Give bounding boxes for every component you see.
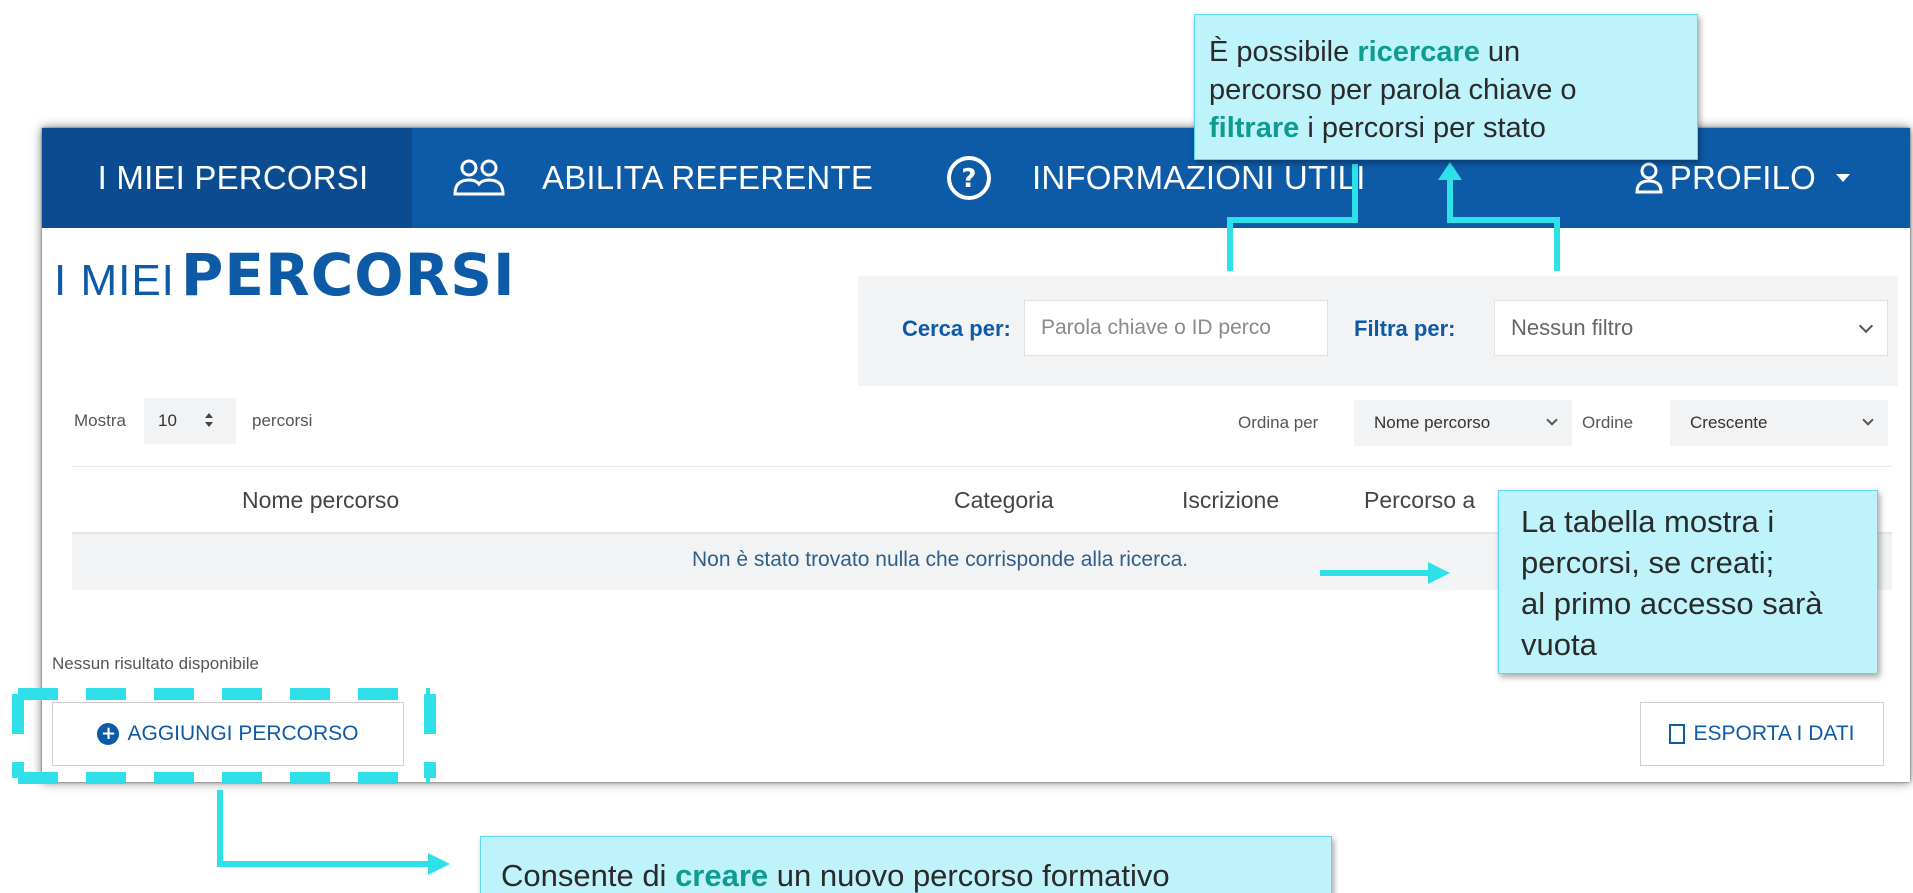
callout-text: un nuovo percorso formativo — [768, 858, 1170, 893]
caret-down-icon — [1836, 174, 1850, 182]
chevron-down-icon — [1858, 318, 1874, 334]
sort-select-value: Nome percorso — [1374, 413, 1491, 432]
plus-circle-icon: + — [97, 723, 120, 745]
callout-keyword: creare — [675, 858, 769, 893]
callout-keyword: ricercare — [1357, 36, 1480, 68]
nav-enable-referent[interactable]: ABILITA REFERENTE — [452, 128, 873, 228]
no-results-text: Nessun risultato disponibile — [52, 654, 259, 673]
app-window: I MIEI PERCORSI ABILITA REFERENTE ? INFO… — [42, 128, 1910, 782]
callout-keyword: filtrare — [1209, 112, 1300, 144]
callout-text: un — [1479, 36, 1521, 68]
filter-select-value: Nessun filtro — [1511, 315, 1634, 340]
show-label: Mostra — [74, 411, 126, 430]
filter-label: Filtra per: — [1354, 316, 1456, 341]
add-path-label: AGGIUNGI PERCORSO — [127, 722, 359, 745]
page-title: I MIEI PERCORSI — [54, 246, 516, 304]
page-title-light: I MIEI — [54, 256, 175, 305]
sort-arrows-icon — [205, 413, 213, 427]
search-label: Cerca per: — [902, 316, 1011, 341]
search-input[interactable]: Parola chiave o ID perco — [1024, 300, 1328, 356]
export-label: ESPORTA I DATI — [1693, 722, 1855, 745]
file-export-icon — [1669, 724, 1686, 744]
nav-profile-label: PROFILO — [1669, 159, 1816, 196]
order-select-value: Crescente — [1690, 413, 1768, 432]
callout-text: Consente di — [501, 858, 676, 893]
nav-my-paths-label: I MIEI PERCORSI — [97, 159, 369, 196]
callout-text: al primo accesso sarà — [1521, 586, 1823, 621]
order-label: Ordine — [1582, 413, 1634, 432]
connector-to-add — [217, 790, 430, 867]
nav-my-paths[interactable]: I MIEI PERCORSI — [42, 128, 412, 228]
table-callout: La tabella mostra i percorsi, se creati;… — [1498, 490, 1878, 674]
sort-label: Ordina per — [1238, 413, 1319, 432]
column-category[interactable]: Categoria — [954, 487, 1054, 514]
search-callout: È possibile ricercare un percorso per pa… — [1194, 14, 1698, 160]
callout-text: i percorsi per stato — [1299, 112, 1546, 144]
order-select[interactable]: Crescente — [1670, 400, 1888, 446]
callout-text: percorsi, se creati; — [1521, 545, 1775, 580]
nav-enable-referent-label: ABILITA REFERENTE — [542, 159, 874, 196]
column-path-active[interactable]: Percorso a — [1364, 487, 1475, 514]
export-data-button[interactable]: ESPORTA I DATI — [1640, 702, 1884, 766]
callout-text: vuota — [1521, 627, 1597, 662]
filter-select[interactable]: Nessun filtro — [1494, 300, 1888, 356]
add-path-button[interactable]: + AGGIUNGI PERCORSO — [52, 702, 404, 766]
search-placeholder: Parola chiave o ID perco — [1041, 316, 1271, 339]
callout-text: La tabella mostra i — [1521, 504, 1775, 539]
chevron-down-icon — [1546, 414, 1558, 426]
search-filter-panel: Cerca per: Parola chiave o ID perco Filt… — [858, 276, 1898, 386]
user-icon — [1635, 162, 1663, 194]
sort-select[interactable]: Nome percorso — [1354, 400, 1572, 446]
show-suffix: percorsi — [252, 411, 313, 430]
empty-message: Non è stato trovato nulla che corrispond… — [692, 548, 1189, 571]
column-enrollment[interactable]: Iscrizione — [1182, 487, 1279, 514]
question-circle-icon: ? — [947, 156, 991, 200]
nav-useful-info-label: INFORMAZIONI UTILI — [1032, 159, 1366, 196]
add-callout: Consente di creare un nuovo percorso for… — [480, 836, 1332, 893]
page-size-value: 10 — [158, 411, 177, 430]
callout-text: percorso per parola chiave o — [1209, 74, 1577, 106]
column-name[interactable]: Nome percorso — [242, 487, 399, 514]
users-icon — [453, 159, 505, 196]
svg-text:?: ? — [961, 164, 976, 194]
page-title-bold: PERCORSI — [180, 241, 516, 309]
callout-text: È possibile — [1209, 36, 1358, 68]
arrowhead-right-2 — [428, 853, 450, 875]
page-size-stepper[interactable]: 10 — [144, 398, 236, 444]
chevron-down-icon — [1862, 414, 1874, 426]
